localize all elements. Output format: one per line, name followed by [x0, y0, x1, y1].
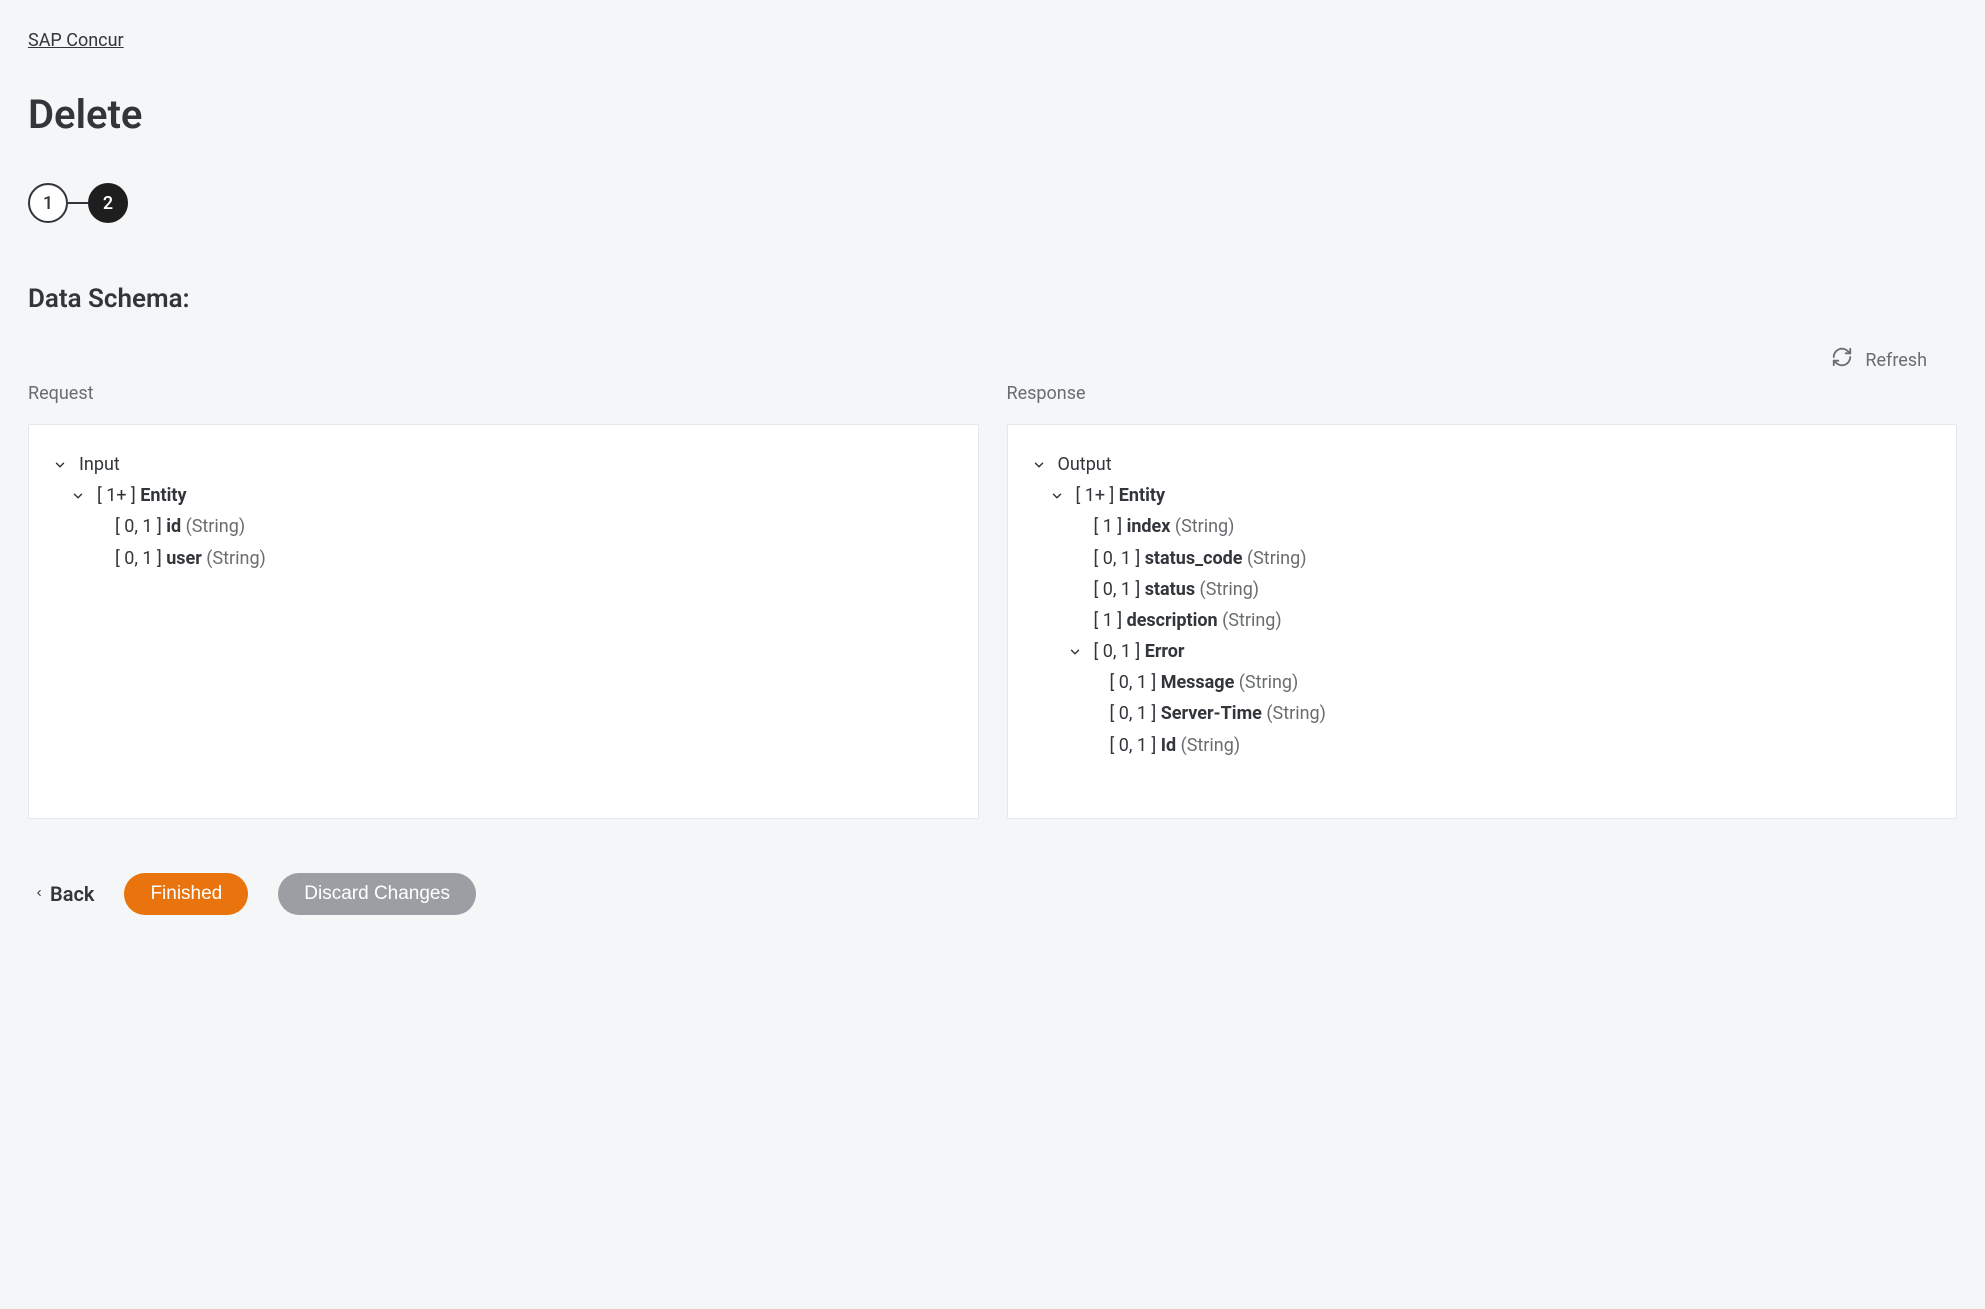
tree-row-error: [ 0, 1 ] Error	[1030, 636, 1935, 667]
request-panel: Input [ 1+ ] Entity [ 0, 1 ] id	[28, 424, 979, 819]
step-2[interactable]: 2	[88, 183, 128, 223]
section-title: Data Schema:	[28, 281, 1957, 317]
tree-node-label: [ 0, 1 ] status_code (String)	[1094, 546, 1307, 571]
tree-row-field: [ 0, 1 ] user (String)	[51, 543, 956, 574]
chevron-down-icon[interactable]	[1048, 487, 1066, 505]
back-label: Back	[50, 880, 94, 908]
stepper: 1 2	[28, 183, 1957, 223]
tree-node-label: [ 1 ] description (String)	[1094, 608, 1282, 633]
refresh-label: Refresh	[1865, 348, 1927, 373]
finished-button[interactable]: Finished	[124, 873, 248, 915]
tree-row-field: [ 0, 1 ] status_code (String)	[1030, 543, 1935, 574]
tree-row-field: [ 1 ] index (String)	[1030, 511, 1935, 542]
chevron-down-icon[interactable]	[1030, 456, 1048, 474]
tree-node-label: [ 1+ ] Entity	[1076, 483, 1166, 508]
tree-row-field: [ 0, 1 ] status (String)	[1030, 574, 1935, 605]
page-title: Delete	[28, 87, 1957, 143]
tree-node-label: [ 0, 1 ] Message (String)	[1110, 670, 1299, 695]
tree-row-field: [ 0, 1 ] Server-Time (String)	[1030, 698, 1935, 729]
tree-row-field: [ 0, 1 ] Message (String)	[1030, 667, 1935, 698]
response-column: Response Output [ 1+ ] Entity	[1007, 381, 1958, 819]
chevron-down-icon[interactable]	[51, 456, 69, 474]
chevron-down-icon[interactable]	[69, 487, 87, 505]
breadcrumb-link[interactable]: SAP Concur	[28, 28, 124, 53]
chevron-down-icon[interactable]	[1066, 643, 1084, 661]
refresh-button[interactable]: Refresh	[1831, 346, 1927, 375]
tree-row-entity: [ 1+ ] Entity	[1030, 480, 1935, 511]
chevron-left-icon	[34, 880, 44, 908]
tree-node-label: [ 0, 1 ] user (String)	[115, 546, 266, 571]
tree-node-label: [ 1 ] index (String)	[1094, 514, 1235, 539]
tree-row-field: [ 0, 1 ] Id (String)	[1030, 730, 1935, 761]
tree-row-field: [ 0, 1 ] id (String)	[51, 511, 956, 542]
step-connector	[68, 202, 88, 204]
tree-node-label: [ 0, 1 ] Id (String)	[1110, 733, 1241, 758]
tree-row-field: [ 1 ] description (String)	[1030, 605, 1935, 636]
tree-node-label: [ 1+ ] Entity	[97, 483, 187, 508]
request-label: Request	[28, 381, 979, 406]
tree-row-output: Output	[1030, 449, 1935, 480]
tree-node-label: [ 0, 1 ] status (String)	[1094, 577, 1260, 602]
response-panel: Output [ 1+ ] Entity [ 1 ] index	[1007, 424, 1958, 819]
refresh-icon	[1831, 346, 1853, 375]
discard-changes-button[interactable]: Discard Changes	[278, 873, 476, 915]
tree-node-label: [ 0, 1 ] id (String)	[115, 514, 245, 539]
tree-row-entity: [ 1+ ] Entity	[51, 480, 956, 511]
tree-node-label: [ 0, 1 ] Server-Time (String)	[1110, 701, 1326, 726]
tree-node-label: [ 0, 1 ] Error	[1094, 639, 1185, 664]
step-1[interactable]: 1	[28, 183, 68, 223]
tree-row-input: Input	[51, 449, 956, 480]
request-column: Request Input [ 1+ ] Entity	[28, 381, 979, 819]
tree-node-label: Output	[1058, 452, 1112, 477]
response-label: Response	[1007, 381, 1958, 406]
tree-node-label: Input	[79, 452, 120, 477]
back-button[interactable]: Back	[34, 880, 94, 908]
